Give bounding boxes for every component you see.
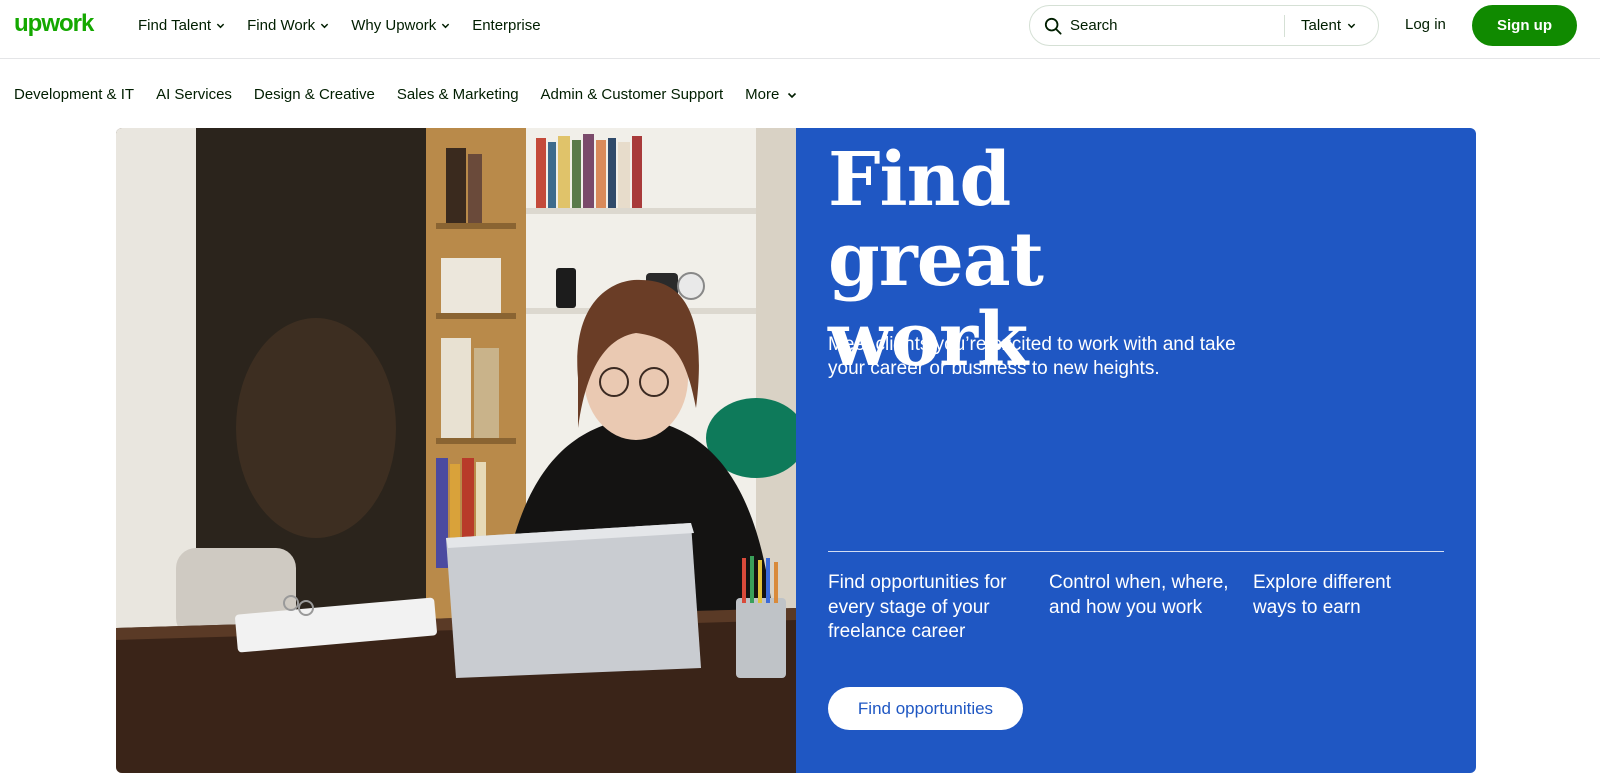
hero-feature-control: Control when, where, and how you work	[1049, 572, 1229, 618]
category-design-creative[interactable]: Design & Creative	[254, 86, 375, 103]
search-bar: Talent	[1029, 5, 1379, 46]
upwork-logo[interactable]: upwork	[14, 11, 102, 41]
search-input[interactable]	[1070, 17, 1280, 34]
svg-text:upwork: upwork	[14, 11, 95, 37]
signup-button[interactable]: Sign up	[1472, 5, 1577, 46]
login-link[interactable]: Log in	[1405, 16, 1446, 33]
nav-find-talent-label: Find Talent	[138, 16, 212, 34]
search-scope-dropdown[interactable]: Talent	[1301, 17, 1356, 34]
hero-photo	[116, 128, 796, 773]
search-divider	[1284, 14, 1285, 37]
hero-subtitle: Meet clients you’re excited to work with…	[828, 334, 1236, 379]
nav-find-work[interactable]: Find Work	[247, 17, 329, 34]
woman-at-laptop-image	[116, 128, 796, 773]
nav-enterprise-label: Enterprise	[472, 16, 541, 34]
main-nav: Find Talent Find Work Why Upwork Enterpr…	[138, 0, 541, 50]
hero-feature-earn: Explore different ways to earn	[1253, 572, 1392, 618]
hero-content-panel: Find great work Meet clients you’re exci…	[796, 128, 1476, 773]
chevron-down-icon	[320, 21, 329, 30]
top-navigation-bar: upwork Find Talent Find Work Why Upwork …	[0, 0, 1600, 59]
category-admin-support[interactable]: Admin & Customer Support	[541, 86, 724, 103]
category-development-it[interactable]: Development & IT	[14, 86, 134, 103]
chevron-down-icon	[441, 21, 450, 30]
upwork-logo-icon: upwork	[14, 11, 96, 37]
chevron-down-icon	[216, 21, 225, 30]
chevron-down-icon	[1347, 21, 1356, 30]
category-bar: Development & IT AI Services Design & Cr…	[14, 82, 797, 106]
nav-find-work-label: Find Work	[247, 16, 316, 34]
category-more-label: More	[745, 85, 780, 103]
search-icon[interactable]	[1044, 17, 1062, 35]
nav-enterprise[interactable]: Enterprise	[472, 17, 540, 34]
category-ai-services[interactable]: AI Services	[156, 86, 232, 103]
hero-feature-opportunities: Find opportunities for every stage of yo…	[828, 572, 1007, 642]
nav-why-upwork-label: Why Upwork	[351, 16, 437, 34]
chevron-down-icon	[787, 90, 797, 99]
search-scope-label: Talent	[1301, 17, 1342, 34]
category-more[interactable]: More	[745, 85, 797, 103]
nav-why-upwork[interactable]: Why Upwork	[351, 17, 450, 34]
nav-find-talent[interactable]: Find Talent	[138, 17, 225, 34]
hero-section: Find great work Meet clients you’re exci…	[116, 128, 1476, 773]
category-sales-marketing[interactable]: Sales & Marketing	[397, 86, 519, 103]
find-opportunities-button[interactable]: Find opportunities	[828, 687, 1023, 730]
hero-divider	[828, 551, 1444, 552]
